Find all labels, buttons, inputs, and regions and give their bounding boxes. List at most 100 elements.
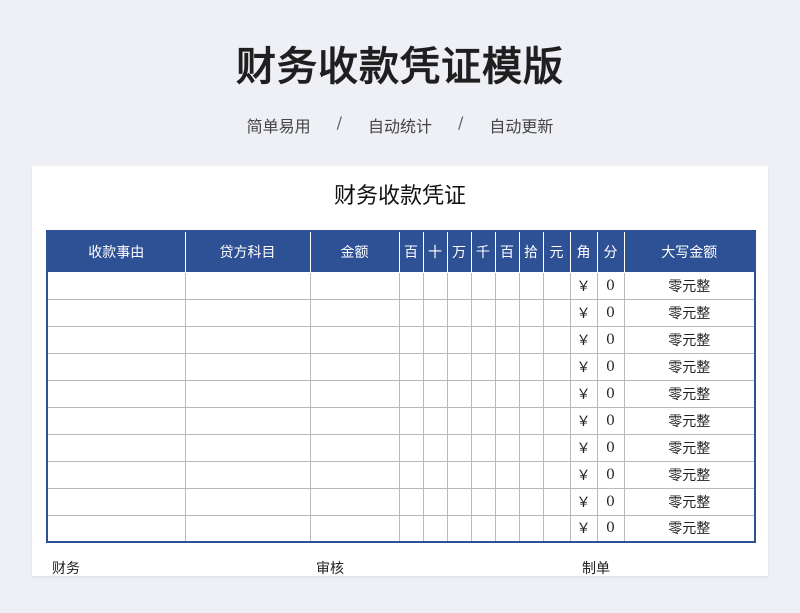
- table-cell[interactable]: [446, 514, 472, 543]
- table-cell[interactable]: [422, 298, 448, 327]
- table-cell[interactable]: [46, 325, 186, 354]
- jiao-cell[interactable]: 0: [596, 379, 625, 408]
- table-cell[interactable]: [398, 352, 424, 381]
- table-cell[interactable]: [46, 487, 186, 516]
- daxie-amount-cell[interactable]: 零元整: [623, 325, 756, 354]
- table-cell[interactable]: [494, 325, 520, 354]
- table-cell[interactable]: [422, 460, 448, 489]
- table-cell[interactable]: [398, 325, 424, 354]
- jiao-cell[interactable]: 0: [596, 460, 625, 489]
- jiao-cell[interactable]: 0: [596, 514, 625, 543]
- table-cell[interactable]: [518, 433, 544, 462]
- table-cell[interactable]: [184, 379, 311, 408]
- table-cell[interactable]: [184, 325, 311, 354]
- table-cell[interactable]: [46, 379, 186, 408]
- table-cell[interactable]: [184, 298, 311, 327]
- table-cell[interactable]: [542, 487, 571, 516]
- table-cell[interactable]: [494, 460, 520, 489]
- table-cell[interactable]: [422, 487, 448, 516]
- table-cell[interactable]: [184, 487, 311, 516]
- table-cell[interactable]: [184, 271, 311, 300]
- table-cell[interactable]: [422, 406, 448, 435]
- table-cell[interactable]: [184, 433, 311, 462]
- table-cell[interactable]: [542, 514, 571, 543]
- table-cell[interactable]: [518, 460, 544, 489]
- table-cell[interactable]: [184, 514, 311, 543]
- table-cell[interactable]: [470, 379, 496, 408]
- table-cell[interactable]: [309, 352, 400, 381]
- table-cell[interactable]: [518, 325, 544, 354]
- table-cell[interactable]: [398, 487, 424, 516]
- table-cell[interactable]: [542, 271, 571, 300]
- table-cell[interactable]: [494, 487, 520, 516]
- table-cell[interactable]: [309, 487, 400, 516]
- table-cell[interactable]: [518, 406, 544, 435]
- daxie-amount-cell[interactable]: 零元整: [623, 352, 756, 381]
- currency-cell[interactable]: ￥: [569, 352, 598, 381]
- daxie-amount-cell[interactable]: 零元整: [623, 406, 756, 435]
- table-cell[interactable]: [446, 271, 472, 300]
- table-cell[interactable]: [518, 298, 544, 327]
- table-cell[interactable]: [398, 271, 424, 300]
- table-cell[interactable]: [309, 406, 400, 435]
- table-cell[interactable]: [518, 514, 544, 543]
- daxie-amount-cell[interactable]: 零元整: [623, 271, 756, 300]
- table-cell[interactable]: [470, 352, 496, 381]
- table-cell[interactable]: [470, 514, 496, 543]
- daxie-amount-cell[interactable]: 零元整: [623, 487, 756, 516]
- jiao-cell[interactable]: 0: [596, 406, 625, 435]
- table-cell[interactable]: [184, 352, 311, 381]
- jiao-cell[interactable]: 0: [596, 271, 625, 300]
- table-cell[interactable]: [446, 325, 472, 354]
- table-cell[interactable]: [309, 271, 400, 300]
- table-cell[interactable]: [422, 352, 448, 381]
- table-cell[interactable]: [309, 325, 400, 354]
- daxie-amount-cell[interactable]: 零元整: [623, 298, 756, 327]
- table-cell[interactable]: [542, 352, 571, 381]
- daxie-amount-cell[interactable]: 零元整: [623, 379, 756, 408]
- table-cell[interactable]: [494, 433, 520, 462]
- table-cell[interactable]: [494, 352, 520, 381]
- table-cell[interactable]: [446, 379, 472, 408]
- currency-cell[interactable]: ￥: [569, 514, 598, 543]
- table-cell[interactable]: [398, 298, 424, 327]
- table-cell[interactable]: [518, 487, 544, 516]
- table-cell[interactable]: [46, 433, 186, 462]
- table-cell[interactable]: [470, 433, 496, 462]
- table-cell[interactable]: [422, 514, 448, 543]
- jiao-cell[interactable]: 0: [596, 352, 625, 381]
- table-cell[interactable]: [398, 379, 424, 408]
- table-cell[interactable]: [470, 298, 496, 327]
- table-cell[interactable]: [470, 271, 496, 300]
- daxie-amount-cell[interactable]: 零元整: [623, 433, 756, 462]
- table-cell[interactable]: [309, 433, 400, 462]
- table-cell[interactable]: [446, 433, 472, 462]
- jiao-cell[interactable]: 0: [596, 433, 625, 462]
- table-cell[interactable]: [542, 406, 571, 435]
- currency-cell[interactable]: ￥: [569, 325, 598, 354]
- table-cell[interactable]: [422, 379, 448, 408]
- table-cell[interactable]: [470, 325, 496, 354]
- table-cell[interactable]: [542, 325, 571, 354]
- daxie-amount-cell[interactable]: 零元整: [623, 460, 756, 489]
- table-cell[interactable]: [542, 298, 571, 327]
- table-cell[interactable]: [542, 433, 571, 462]
- currency-cell[interactable]: ￥: [569, 298, 598, 327]
- table-cell[interactable]: [446, 298, 472, 327]
- jiao-cell[interactable]: 0: [596, 325, 625, 354]
- currency-cell[interactable]: ￥: [569, 433, 598, 462]
- table-cell[interactable]: [46, 352, 186, 381]
- table-cell[interactable]: [446, 487, 472, 516]
- table-cell[interactable]: [446, 352, 472, 381]
- currency-cell[interactable]: ￥: [569, 406, 598, 435]
- table-cell[interactable]: [470, 406, 496, 435]
- table-cell[interactable]: [446, 460, 472, 489]
- table-cell[interactable]: [184, 460, 311, 489]
- table-cell[interactable]: [542, 379, 571, 408]
- currency-cell[interactable]: ￥: [569, 379, 598, 408]
- table-cell[interactable]: [184, 406, 311, 435]
- table-cell[interactable]: [309, 298, 400, 327]
- table-cell[interactable]: [446, 406, 472, 435]
- table-cell[interactable]: [470, 487, 496, 516]
- table-cell[interactable]: [398, 460, 424, 489]
